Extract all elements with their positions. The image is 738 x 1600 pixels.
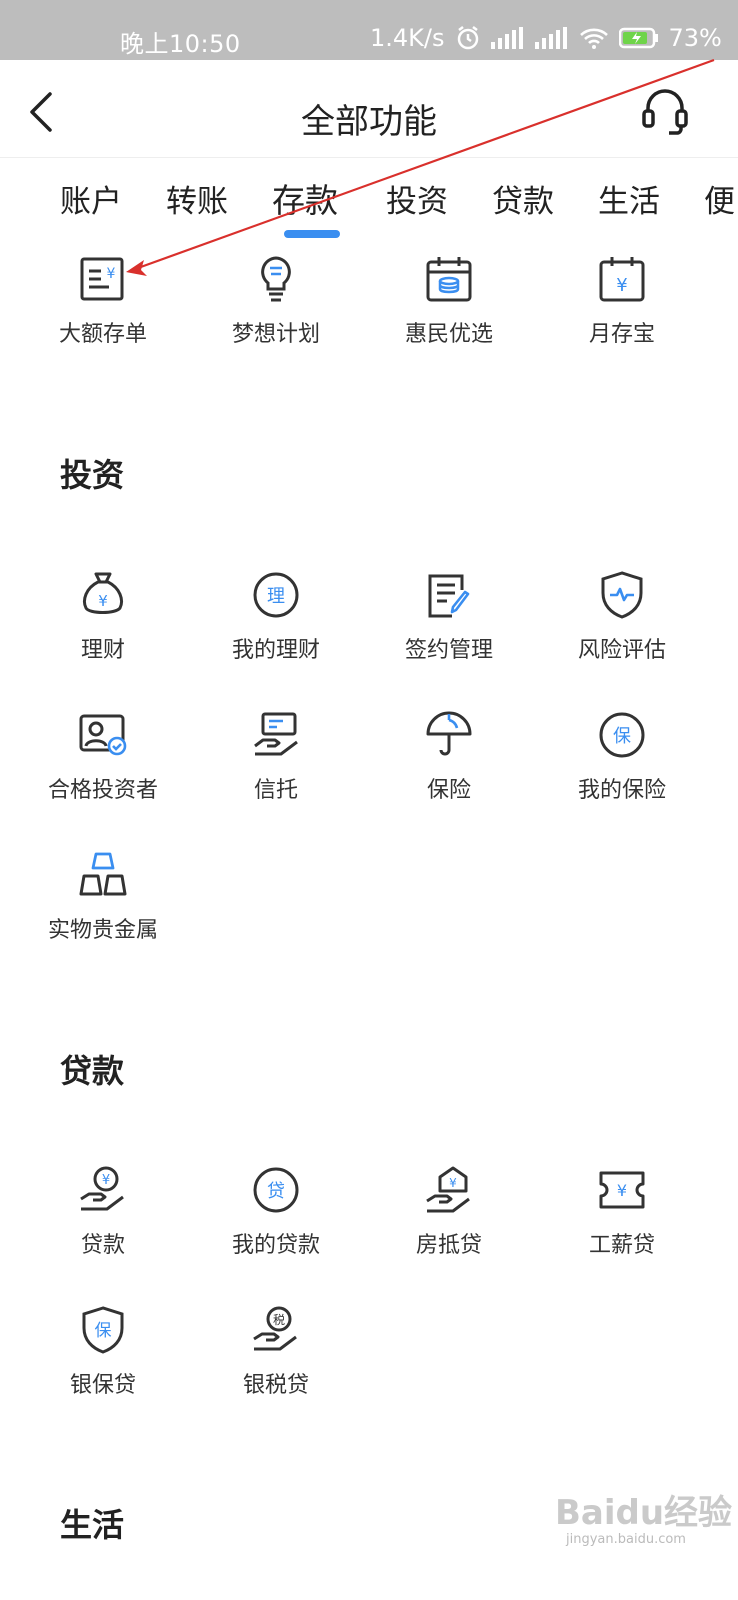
coin-calendar-icon [426, 257, 472, 302]
func-label: 贷款 [80, 1233, 125, 1258]
svg-text:保: 保 [95, 1321, 112, 1341]
func-label: 签约管理 [404, 638, 493, 663]
network-speed: 1.4K/s [370, 24, 445, 52]
hand-coin-icon: ¥ [80, 1166, 124, 1211]
func-mortgage-loan[interactable]: ¥ 房抵贷 [361, 1165, 537, 1285]
func-label: 实物贵金属 [47, 918, 158, 943]
func-large-deposit[interactable]: ¥ 大额存单 [15, 254, 191, 374]
func-label: 我的贷款 [231, 1233, 320, 1258]
func-label: 我的保险 [577, 778, 666, 803]
func-label: 梦想计划 [231, 322, 320, 347]
signal-icon [490, 27, 523, 49]
headset-icon[interactable] [640, 86, 690, 138]
hand-card-icon [254, 712, 298, 756]
func-label: 惠民优选 [404, 322, 493, 347]
hand-tax-icon: 税 [253, 1306, 297, 1351]
bao-shield-icon: 保 [82, 1306, 124, 1354]
func-my-loan[interactable]: 贷 我的贷款 [188, 1165, 364, 1285]
section-title-life: 生活 [60, 1506, 125, 1544]
status-bar: 晚上10:50 1.4K/s 73% [0, 0, 738, 60]
svg-text:理: 理 [267, 586, 285, 607]
tab-transfer[interactable]: 转账 [166, 176, 228, 221]
svg-text:税: 税 [273, 1313, 285, 1327]
category-tabs: 账户 转账 存款 投资 贷款 生活 便 [0, 158, 738, 248]
watermark: Baidu经验 [555, 1493, 733, 1533]
func-label: 银税贷 [242, 1373, 309, 1398]
func-label: 信托 [253, 778, 298, 803]
tab-convenience[interactable]: 便 [704, 176, 735, 221]
tab-life[interactable]: 生活 [598, 176, 660, 221]
dai-circle-icon: 贷 [253, 1167, 299, 1213]
svg-text:¥: ¥ [107, 266, 116, 282]
svg-text:¥: ¥ [98, 592, 108, 610]
svg-text:¥: ¥ [617, 1181, 627, 1200]
tab-deposit[interactable]: 存款 [272, 174, 338, 222]
header: 全部功能 [0, 60, 738, 158]
func-insurance[interactable]: 保险 [361, 710, 537, 830]
svg-text:贷: 贷 [267, 1181, 285, 1202]
tab-indicator [284, 230, 340, 238]
func-loan[interactable]: ¥ 贷款 [15, 1165, 191, 1285]
func-label: 我的理财 [231, 638, 320, 663]
func-label: 房抵贷 [415, 1233, 482, 1258]
battery-level: 73% [668, 24, 722, 52]
hand-house-icon: ¥ [426, 1166, 470, 1213]
func-label: 风险评估 [577, 638, 666, 663]
alarm-icon [457, 26, 478, 50]
func-label: 月存宝 [588, 322, 655, 347]
lightbulb-icon [261, 256, 291, 302]
func-qualified-investor[interactable]: 合格投资者 [15, 710, 191, 830]
func-precious-metals[interactable]: 实物贵金属 [15, 850, 191, 970]
bao-circle-icon: 保 [599, 712, 645, 758]
svg-text:¥: ¥ [102, 1173, 110, 1188]
status-time: 晚上10:50 [120, 30, 241, 58]
li-circle-icon: 理 [253, 572, 299, 618]
func-bank-insurance-loan[interactable]: 保 银保贷 [15, 1305, 191, 1425]
func-trust[interactable]: 信托 [188, 710, 364, 830]
section-title-loan: 贷款 [60, 1052, 125, 1090]
gold-bars-icon [79, 852, 127, 896]
ticket-yuan-icon: ¥ [599, 1171, 645, 1209]
func-huimin-select[interactable]: 惠民优选 [361, 254, 537, 374]
svg-text:¥: ¥ [449, 1176, 457, 1190]
certificate-icon: ¥ [80, 257, 124, 301]
func-label: 大额存单 [58, 322, 147, 347]
wifi-icon [579, 28, 608, 49]
svg-text:保: 保 [613, 726, 631, 747]
battery-icon [618, 27, 658, 49]
id-card-check-icon [79, 714, 127, 756]
tab-invest[interactable]: 投资 [386, 176, 448, 221]
func-label: 保险 [426, 778, 471, 803]
document-pen-icon [428, 574, 470, 618]
func-dream-plan[interactable]: 梦想计划 [188, 254, 364, 374]
tab-account[interactable]: 账户 [60, 176, 122, 221]
tab-loan[interactable]: 贷款 [492, 176, 554, 221]
func-label: 工薪贷 [588, 1233, 655, 1258]
func-contract-mgmt[interactable]: 签约管理 [361, 570, 537, 690]
signal-hd-icon [534, 27, 567, 49]
section-title-invest: 投资 [60, 456, 125, 494]
func-my-insurance[interactable]: 保 我的保险 [534, 710, 710, 830]
func-my-wealth[interactable]: 理 我的理财 [188, 570, 364, 690]
status-right: 1.4K/s 73% [370, 24, 722, 52]
func-label: 理财 [80, 638, 125, 663]
func-salary-loan[interactable]: ¥ 工薪贷 [534, 1165, 710, 1285]
func-label: 合格投资者 [47, 778, 158, 803]
svg-text:¥: ¥ [616, 275, 627, 296]
page-title: 全部功能 [301, 102, 437, 142]
func-label: 银保贷 [69, 1373, 136, 1398]
yuan-calendar-icon: ¥ [599, 257, 645, 302]
func-risk-assessment[interactable]: 风险评估 [534, 570, 710, 690]
money-bag-icon: ¥ [83, 572, 123, 614]
shield-pulse-icon [601, 571, 643, 619]
func-bank-tax-loan[interactable]: 税 银税贷 [188, 1305, 364, 1425]
umbrella-icon [426, 711, 472, 756]
watermark-url: jingyan.baidu.com [566, 1532, 686, 1547]
func-wealth[interactable]: ¥ 理财 [15, 570, 191, 690]
func-monthly-deposit[interactable]: ¥ 月存宝 [534, 254, 710, 374]
